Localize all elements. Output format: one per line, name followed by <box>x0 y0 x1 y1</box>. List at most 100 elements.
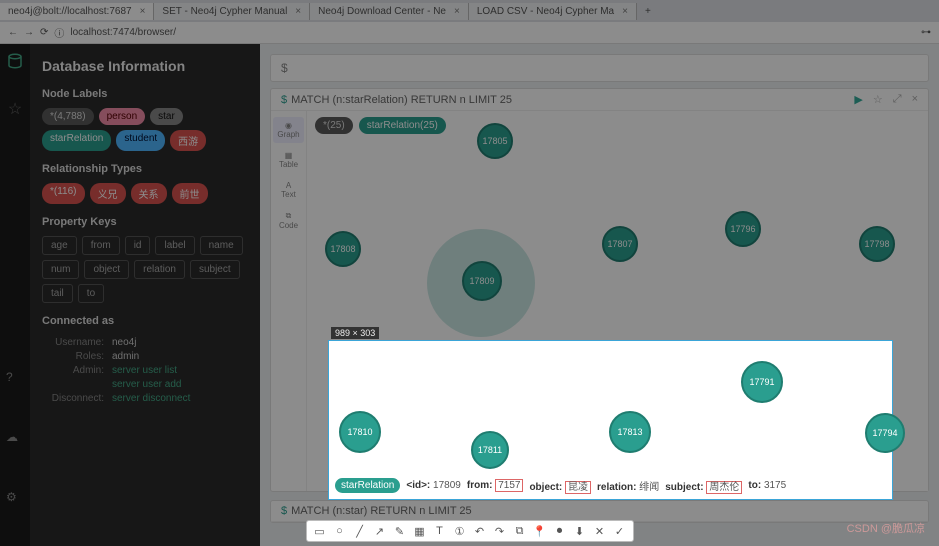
label-pill[interactable]: 西游 <box>170 130 206 151</box>
graph-node[interactable]: 17805 <box>477 123 513 159</box>
sidebar: Database Information Node Labels *(4,788… <box>30 44 260 546</box>
tab-1[interactable]: SET - Neo4j Cypher Manual× <box>154 3 310 20</box>
property-keys: age from id label name num object relati… <box>42 236 248 303</box>
pen-icon[interactable]: ✎ <box>393 524 407 538</box>
graph-node[interactable]: 17798 <box>859 226 895 262</box>
view-switcher: ◉Graph ▦Table AText ⧉Code <box>271 111 307 491</box>
save-icon[interactable]: ⬇ <box>573 524 587 538</box>
graph-node[interactable]: 17794 <box>865 413 905 453</box>
database-icon[interactable] <box>6 52 24 75</box>
query-text: MATCH (n:star) RETURN n LIMIT 25 <box>291 505 472 517</box>
key-pill[interactable]: subject <box>190 260 240 279</box>
confirm-icon[interactable]: ✓ <box>613 524 627 538</box>
rel-pill[interactable]: 前世 <box>172 183 208 204</box>
view-graph[interactable]: ◉Graph <box>273 117 303 143</box>
label-pill[interactable]: starRelation <box>42 130 111 151</box>
user-list-link[interactable]: server user list <box>112 365 177 376</box>
graph-node[interactable]: 17810 <box>339 411 381 453</box>
text-icon[interactable]: T <box>433 524 447 538</box>
help-icon[interactable]: ? <box>6 370 13 384</box>
arrow-icon[interactable]: ↗ <box>373 524 387 538</box>
record-icon[interactable]: ⏺ <box>553 524 567 538</box>
tab-3[interactable]: LOAD CSV - Neo4j Cypher Ma× <box>469 3 637 20</box>
label-pill[interactable]: person <box>99 108 146 125</box>
undo-icon[interactable]: ↶ <box>473 524 487 538</box>
inspector-label[interactable]: starRelation <box>335 478 400 493</box>
key-pill[interactable]: tail <box>42 284 73 303</box>
key-pill[interactable]: name <box>200 236 243 255</box>
tab-2[interactable]: Neo4j Download Center - Ne× <box>310 3 469 20</box>
settings-icon[interactable]: ⚙ <box>6 490 17 504</box>
user-add-link[interactable]: server user add <box>112 379 181 390</box>
play-icon[interactable]: ▶ <box>854 93 862 106</box>
cypher-editor[interactable]: $ <box>270 54 929 82</box>
reload-icon[interactable]: ⟳ <box>40 27 48 38</box>
key-pill[interactable]: age <box>42 236 77 255</box>
pin-icon[interactable]: ☆ <box>873 93 883 106</box>
expand-icon[interactable]: ⤢ <box>893 93 902 106</box>
left-rail: ☆ ? ☁ ⚙ <box>0 44 30 546</box>
label-pill[interactable]: student <box>116 130 165 151</box>
result-count[interactable]: *(25) <box>315 117 353 134</box>
close-icon[interactable]: × <box>912 93 918 106</box>
app-icon[interactable]: ⧉ <box>513 524 527 538</box>
view-text[interactable]: AText <box>277 177 300 203</box>
cloud-icon[interactable]: ☁ <box>6 430 18 444</box>
new-tab-button[interactable]: + <box>637 3 659 20</box>
key-pill[interactable]: num <box>42 260 79 279</box>
number-icon[interactable]: ① <box>453 524 467 538</box>
view-table[interactable]: ▦Table <box>275 147 302 173</box>
label-pill[interactable]: star <box>150 108 183 125</box>
mosaic-icon[interactable]: ▦ <box>413 524 427 538</box>
query-text: MATCH (n:starRelation) RETURN n LIMIT 25 <box>291 94 512 106</box>
close-icon[interactable]: × <box>622 6 628 17</box>
sidebar-title: Database Information <box>42 58 248 74</box>
graph-node[interactable]: 17796 <box>725 211 761 247</box>
forward-icon[interactable]: → <box>24 27 34 38</box>
key-pill[interactable]: from <box>82 236 120 255</box>
graph-node[interactable]: 17808 <box>325 231 361 267</box>
rel-count[interactable]: *(116) <box>42 183 85 204</box>
label-count[interactable]: *(4,788) <box>42 108 94 125</box>
circle-icon[interactable]: ○ <box>333 524 347 538</box>
address-bar: ← → ⟳ ⓘ localhost:7474/browser/ ⊶ <box>0 22 939 44</box>
graph-node[interactable]: 17807 <box>602 226 638 262</box>
info-icon[interactable]: ⓘ <box>54 25 64 40</box>
key-pill[interactable]: id <box>125 236 151 255</box>
watermark: CSDN @脆瓜凉 <box>847 520 925 536</box>
close-icon[interactable]: × <box>454 6 460 17</box>
rect-icon[interactable]: ▭ <box>313 524 327 538</box>
cancel-icon[interactable]: ✕ <box>593 524 607 538</box>
browser-tabstrip: neo4j@bolt://localhost:7687× SET - Neo4j… <box>0 0 939 22</box>
key-pill[interactable]: to <box>78 284 104 303</box>
key-icon[interactable]: ⊶ <box>921 27 931 38</box>
back-icon[interactable]: ← <box>8 27 18 38</box>
rel-pill[interactable]: 关系 <box>131 183 167 204</box>
result-label[interactable]: starRelation(25) <box>359 117 446 134</box>
pin-icon[interactable]: 📍 <box>533 524 547 538</box>
screenshot-toolbar[interactable]: ▭ ○ ╱ ↗ ✎ ▦ T ① ↶ ↷ ⧉ 📍 ⏺ ⬇ ✕ ✓ <box>306 520 634 542</box>
close-icon[interactable]: × <box>295 6 301 17</box>
line-icon[interactable]: ╱ <box>353 524 367 538</box>
labels-heading: Node Labels <box>42 88 248 100</box>
graph-node[interactable]: 17791 <box>741 361 783 403</box>
key-pill[interactable]: relation <box>134 260 185 279</box>
selection-dimensions: 989 × 303 <box>331 327 379 339</box>
rel-pill[interactable]: 义兄 <box>90 183 126 204</box>
graph-node[interactable]: 17809 <box>462 261 502 301</box>
screenshot-selection[interactable]: 989 × 303 1781017811178131779117794 star… <box>328 340 893 500</box>
tab-0[interactable]: neo4j@bolt://localhost:7687× <box>0 3 154 20</box>
url-text[interactable]: localhost:7474/browser/ <box>70 27 176 38</box>
node-inspector: starRelation <id>: 17809 from: 7157 obje… <box>335 478 886 493</box>
keys-heading: Property Keys <box>42 216 248 228</box>
key-pill[interactable]: object <box>84 260 129 279</box>
key-pill[interactable]: label <box>155 236 194 255</box>
rels-heading: Relationship Types <box>42 163 248 175</box>
redo-icon[interactable]: ↷ <box>493 524 507 538</box>
graph-node[interactable]: 17811 <box>471 431 509 469</box>
disconnect-link[interactable]: server disconnect <box>112 393 190 404</box>
close-icon[interactable]: × <box>140 6 146 17</box>
star-icon[interactable]: ☆ <box>8 99 22 119</box>
graph-node[interactable]: 17813 <box>609 411 651 453</box>
view-code[interactable]: ⧉Code <box>275 207 302 234</box>
